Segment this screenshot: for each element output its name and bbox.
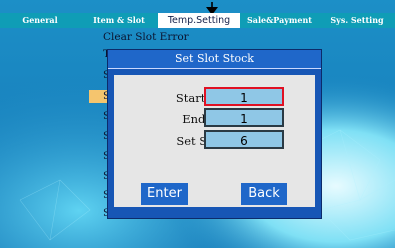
back-button[interactable]: Back	[241, 183, 287, 205]
tab-sys-setting[interactable]: Sys. Setting	[319, 13, 395, 28]
end-slot-field[interactable]: 1	[204, 108, 284, 127]
screen: General Item & Slot Temp.Setting Sale&Pa…	[0, 0, 395, 248]
set-slot-stock-dialog: Set Slot Stock Start Slot: 1 End Slot: 1…	[107, 49, 322, 219]
tab-bar: General Item & Slot Temp.Setting Sale&Pa…	[0, 13, 395, 28]
tab-sale-payment[interactable]: Sale&Payment	[240, 13, 319, 28]
menu-item-clear-slot-error[interactable]: Clear Slot Error	[103, 31, 189, 44]
tab-general[interactable]: General	[0, 13, 80, 28]
start-slot-field[interactable]: 1	[204, 87, 284, 106]
set-stock-field[interactable]: 6	[204, 130, 284, 149]
tab-item-slot[interactable]: Item & Slot	[80, 13, 158, 28]
tab-temp-setting[interactable]: Temp.Setting	[158, 13, 240, 28]
tab-indicator	[0, 0, 395, 15]
dialog-title: Set Slot Stock	[108, 50, 321, 69]
enter-button[interactable]: Enter	[141, 183, 188, 205]
